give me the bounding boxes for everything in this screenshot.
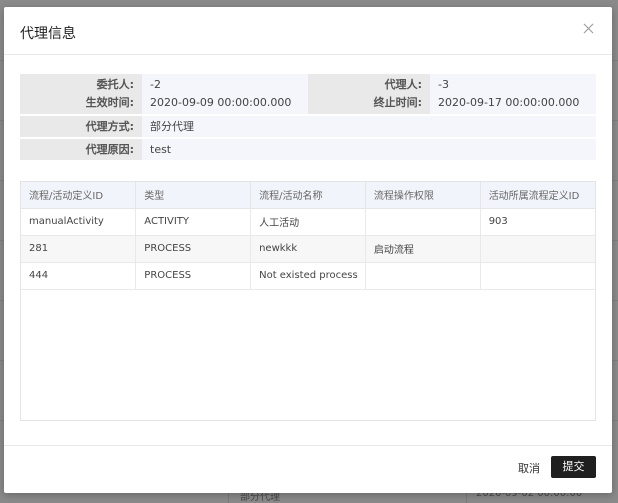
info-grid: 委托人: 生效时间: -2 2020-09-09 00:00:00.000 代理… bbox=[20, 74, 596, 162]
reason-label: 代理原因: bbox=[20, 139, 142, 160]
column-header: 流程/活动名称 bbox=[250, 182, 366, 209]
table-cell: 人工活动 bbox=[250, 208, 366, 236]
table-cell: 281 bbox=[21, 235, 137, 263]
table-cell: 444 bbox=[21, 262, 137, 290]
table-row[interactable]: 444 PROCESS Not existed process bbox=[21, 262, 595, 290]
delegator-label: 委托人: bbox=[96, 78, 134, 91]
delegation-table: 流程/活动定义ID 类型 流程/活动名称 流程操作权限 活动所属流程定义ID m… bbox=[20, 181, 596, 421]
agent-info-modal: 代理信息 委托人: 生效时间: -2 2020-09-09 00:00:00.0… bbox=[4, 7, 612, 493]
start-time-label: 生效时间: bbox=[85, 96, 134, 109]
mode-label: 代理方式: bbox=[20, 116, 142, 137]
table-cell: 903 bbox=[480, 208, 595, 236]
agent-label: 代理人: bbox=[384, 78, 422, 91]
column-header: 类型 bbox=[135, 182, 252, 209]
submit-button[interactable]: 提交 bbox=[551, 456, 596, 478]
column-header: 活动所属流程定义ID bbox=[480, 182, 595, 209]
table-cell bbox=[480, 262, 595, 290]
column-header: 流程/活动定义ID bbox=[21, 182, 137, 209]
table-row[interactable]: manualActivity ACTIVITY 人工活动 903 bbox=[21, 208, 595, 236]
table-cell: PROCESS bbox=[135, 235, 252, 263]
modal-header: 代理信息 bbox=[4, 7, 612, 55]
info-row-mode: 代理方式: 部分代理 bbox=[20, 116, 596, 137]
delegator-value: -2 bbox=[150, 78, 161, 91]
table-cell: newkkk bbox=[250, 235, 366, 263]
end-time-value: 2020-09-17 00:00:00.000 bbox=[438, 96, 580, 109]
info-row-people-time: 委托人: 生效时间: -2 2020-09-09 00:00:00.000 代理… bbox=[20, 74, 596, 114]
agent-value: -3 bbox=[438, 78, 449, 91]
info-half-delegator: 委托人: 生效时间: -2 2020-09-09 00:00:00.000 bbox=[20, 74, 308, 114]
table-cell: manualActivity bbox=[21, 208, 137, 236]
end-time-label: 终止时间: bbox=[373, 96, 422, 109]
info-value: -2 2020-09-09 00:00:00.000 bbox=[142, 74, 308, 114]
mode-value: 部分代理 bbox=[142, 116, 596, 137]
table-header-row: 流程/活动定义ID 类型 流程/活动名称 流程操作权限 活动所属流程定义ID bbox=[21, 182, 595, 209]
info-value: -3 2020-09-17 00:00:00.000 bbox=[430, 74, 596, 114]
table-cell: PROCESS bbox=[135, 262, 252, 290]
table-cell bbox=[365, 208, 481, 236]
reason-value: test bbox=[142, 139, 596, 160]
info-label: 代理人: 终止时间: bbox=[308, 74, 430, 114]
cancel-button[interactable]: 取消 bbox=[514, 458, 544, 480]
info-half-agent: 代理人: 终止时间: -3 2020-09-17 00:00:00.000 bbox=[308, 74, 596, 114]
modal-footer: 取消 提交 bbox=[4, 445, 612, 493]
close-icon[interactable] bbox=[582, 22, 596, 36]
table-cell: 启动流程 bbox=[365, 235, 481, 263]
modal-title: 代理信息 bbox=[20, 26, 76, 42]
info-label: 委托人: 生效时间: bbox=[20, 74, 142, 114]
table-cell bbox=[480, 235, 595, 263]
info-row-reason: 代理原因: test bbox=[20, 139, 596, 160]
table-cell: Not existed process bbox=[250, 262, 366, 290]
table-row[interactable]: 281 PROCESS newkkk 启动流程 bbox=[21, 235, 595, 263]
start-time-value: 2020-09-09 00:00:00.000 bbox=[150, 96, 292, 109]
table-cell bbox=[365, 262, 481, 290]
column-header: 流程操作权限 bbox=[365, 182, 481, 209]
table-cell: ACTIVITY bbox=[135, 208, 252, 236]
